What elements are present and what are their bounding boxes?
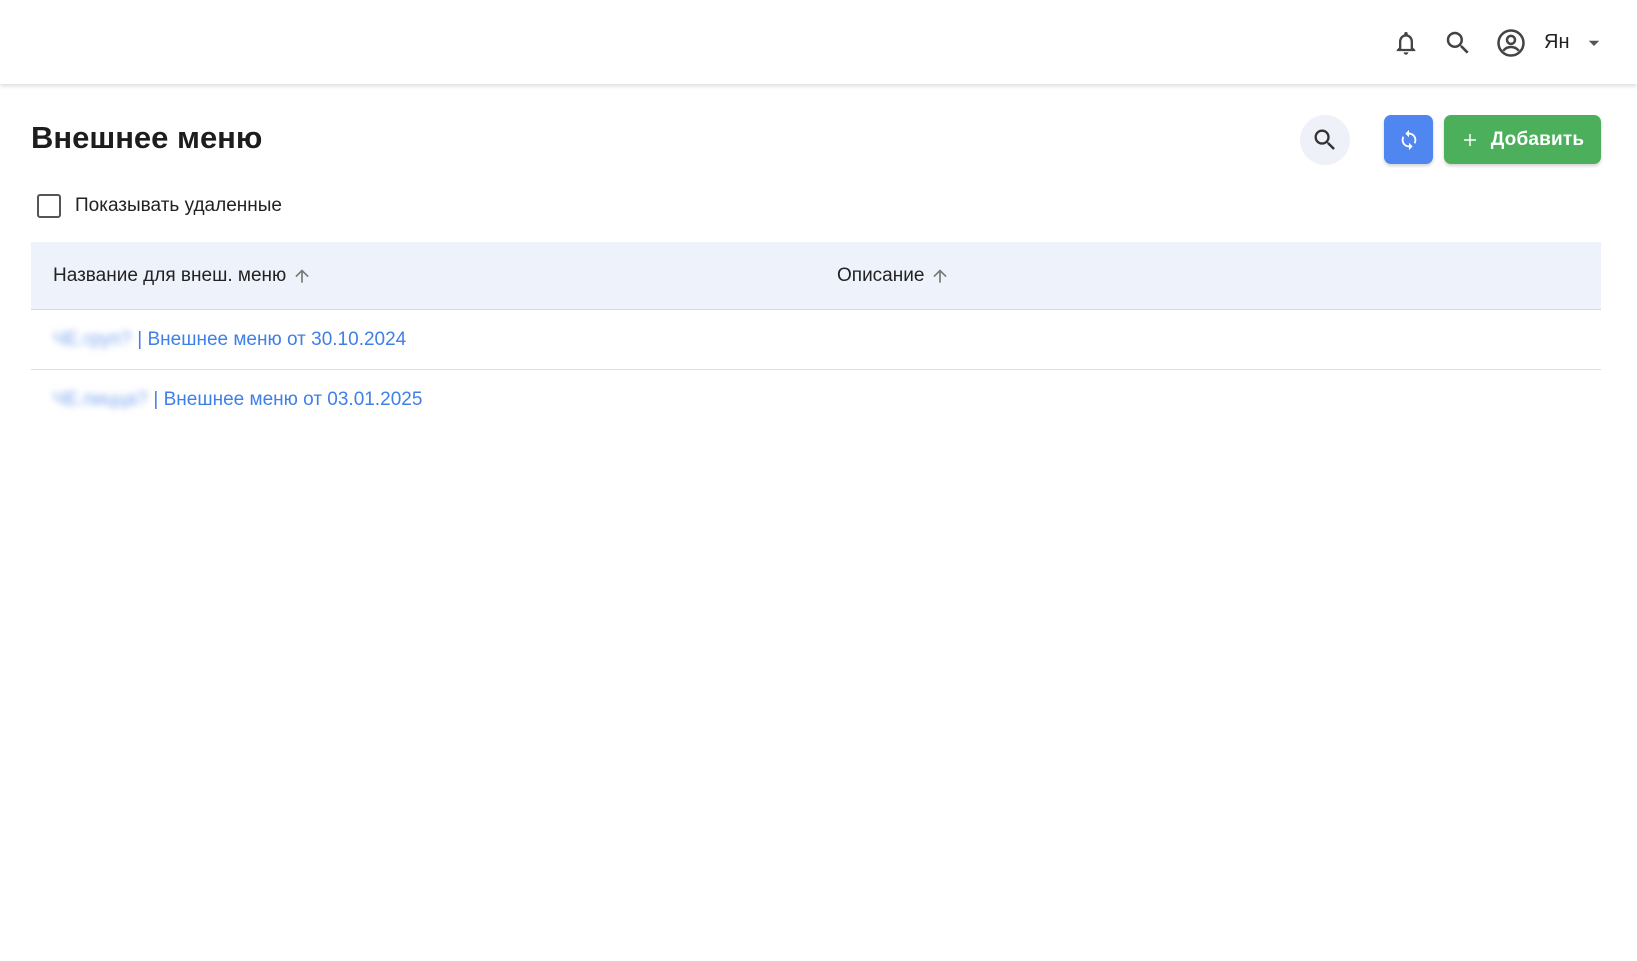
table-search-button[interactable] bbox=[1300, 115, 1350, 165]
blurred-name-prefix: ЧЕ.груп? bbox=[53, 329, 132, 350]
menu-name-link[interactable]: ЧЕ.груп? | Внешнее меню от 30.10.2024 bbox=[53, 310, 406, 370]
plus-icon bbox=[1463, 133, 1476, 146]
account-circle-icon[interactable] bbox=[1491, 23, 1531, 63]
caret-down-icon[interactable] bbox=[1582, 31, 1606, 55]
checkbox-box[interactable] bbox=[37, 194, 61, 218]
top-header: Ян bbox=[0, 0, 1637, 84]
menu-name-link[interactable]: ЧЕ.пицца? | Внешнее меню от 03.01.2025 bbox=[53, 370, 422, 430]
blurred-name-prefix: ЧЕ.пицца? bbox=[53, 389, 148, 410]
sort-arrow-up-icon bbox=[295, 269, 309, 283]
show-deleted-label: Показывать удаленные bbox=[75, 195, 282, 216]
add-button-label: Добавить bbox=[1490, 128, 1585, 150]
sort-arrow-up-icon bbox=[933, 269, 948, 283]
menu-name-text: | Внешнее меню от 30.10.2024 bbox=[137, 329, 407, 350]
user-name[interactable]: Ян bbox=[1544, 30, 1570, 54]
page-title: Внешнее меню bbox=[31, 120, 263, 155]
bell-icon[interactable] bbox=[1386, 23, 1426, 63]
column-header-name[interactable]: Название для внеш. меню bbox=[53, 242, 312, 310]
table-row[interactable]: ЧЕ.груп? | Внешнее меню от 30.10.2024 bbox=[31, 310, 1601, 370]
external-menu-table: Название для внеш. меню Описание ЧЕ.груп… bbox=[31, 242, 1601, 430]
refresh-button[interactable] bbox=[1384, 115, 1433, 164]
search-icon bbox=[1314, 129, 1335, 150]
add-button[interactable]: Добавить bbox=[1444, 115, 1601, 164]
column-header-description[interactable]: Описание bbox=[837, 242, 950, 310]
search-icon[interactable] bbox=[1438, 23, 1478, 63]
show-deleted-checkbox[interactable]: Показывать удаленные bbox=[37, 194, 282, 218]
table-row[interactable]: ЧЕ.пицца? | Внешнее меню от 03.01.2025 bbox=[31, 370, 1601, 430]
column-header-label: Название для внеш. меню bbox=[53, 265, 287, 286]
column-header-label: Описание bbox=[837, 265, 925, 286]
table-header: Название для внеш. меню Описание bbox=[31, 242, 1601, 310]
refresh-icon bbox=[1401, 129, 1416, 150]
menu-name-text: | Внешнее меню от 03.01.2025 bbox=[153, 389, 423, 410]
